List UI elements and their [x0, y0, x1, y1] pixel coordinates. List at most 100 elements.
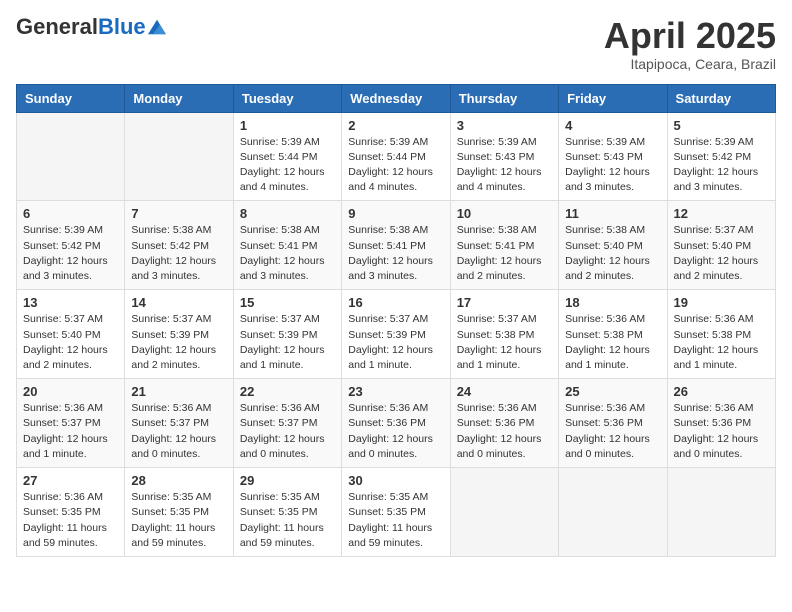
weekday-header-row: SundayMondayTuesdayWednesdayThursdayFrid…: [17, 84, 776, 112]
weekday-header-sunday: Sunday: [17, 84, 125, 112]
day-info: Sunrise: 5:38 AM Sunset: 5:41 PM Dayligh…: [457, 223, 552, 284]
logo-icon: [148, 18, 166, 36]
day-number: 25: [565, 384, 660, 399]
calendar-cell: 7 Sunrise: 5:38 AM Sunset: 5:42 PM Daylig…: [125, 201, 233, 290]
day-number: 29: [240, 473, 335, 488]
day-info: Sunrise: 5:36 AM Sunset: 5:36 PM Dayligh…: [565, 401, 660, 462]
month-title: April 2025: [604, 16, 776, 56]
weekday-header-tuesday: Tuesday: [233, 84, 341, 112]
day-info: Sunrise: 5:37 AM Sunset: 5:39 PM Dayligh…: [348, 312, 443, 373]
calendar-cell: 1 Sunrise: 5:39 AM Sunset: 5:44 PM Daylig…: [233, 112, 341, 201]
day-info: Sunrise: 5:35 AM Sunset: 5:35 PM Dayligh…: [240, 490, 335, 551]
day-number: 12: [674, 206, 769, 221]
weekday-header-wednesday: Wednesday: [342, 84, 450, 112]
calendar-cell: 11Sunrise: 5:38 AM Sunset: 5:40 PM Dayli…: [559, 201, 667, 290]
day-info: Sunrise: 5:39 AM Sunset: 5:44 PM Dayligh…: [240, 135, 335, 196]
calendar-cell: 21 Sunrise: 5:36 AM Sunset: 5:37 PM Dayli…: [125, 379, 233, 468]
day-info: Sunrise: 5:36 AM Sunset: 5:38 PM Dayligh…: [565, 312, 660, 373]
calendar-cell: 22 Sunrise: 5:36 AM Sunset: 5:37 PM Dayli…: [233, 379, 341, 468]
calendar-cell: 18 Sunrise: 5:36 AM Sunset: 5:38 PM Dayli…: [559, 290, 667, 379]
calendar-cell: 3 Sunrise: 5:39 AM Sunset: 5:43 PM Daylig…: [450, 112, 558, 201]
day-info: Sunrise: 5:39 AM Sunset: 5:44 PM Dayligh…: [348, 135, 443, 196]
calendar-cell: 28 Sunrise: 5:35 AM Sunset: 5:35 PM Dayli…: [125, 468, 233, 557]
day-info: Sunrise: 5:37 AM Sunset: 5:38 PM Dayligh…: [457, 312, 552, 373]
calendar-week-1: 1 Sunrise: 5:39 AM Sunset: 5:44 PM Daylig…: [17, 112, 776, 201]
day-number: 15: [240, 295, 335, 310]
calendar-cell: [450, 468, 558, 557]
day-number: 24: [457, 384, 552, 399]
calendar-cell: 4Sunrise: 5:39 AM Sunset: 5:43 PM Daylig…: [559, 112, 667, 201]
day-info: Sunrise: 5:39 AM Sunset: 5:43 PM Dayligh…: [457, 135, 552, 196]
calendar-cell: 5 Sunrise: 5:39 AM Sunset: 5:42 PM Daylig…: [667, 112, 775, 201]
calendar-cell: 20Sunrise: 5:36 AM Sunset: 5:37 PM Dayli…: [17, 379, 125, 468]
day-number: 3: [457, 118, 552, 133]
weekday-header-friday: Friday: [559, 84, 667, 112]
location-text: Itapipoca, Ceara, Brazil: [604, 56, 776, 72]
calendar-week-2: 6Sunrise: 5:39 AM Sunset: 5:42 PM Daylig…: [17, 201, 776, 290]
day-info: Sunrise: 5:38 AM Sunset: 5:42 PM Dayligh…: [131, 223, 226, 284]
calendar-cell: 24Sunrise: 5:36 AM Sunset: 5:36 PM Dayli…: [450, 379, 558, 468]
day-number: 23: [348, 384, 443, 399]
day-number: 19: [674, 295, 769, 310]
day-number: 5: [674, 118, 769, 133]
day-info: Sunrise: 5:36 AM Sunset: 5:38 PM Dayligh…: [674, 312, 769, 373]
day-info: Sunrise: 5:36 AM Sunset: 5:36 PM Dayligh…: [348, 401, 443, 462]
day-number: 7: [131, 206, 226, 221]
calendar-table: SundayMondayTuesdayWednesdayThursdayFrid…: [16, 84, 776, 557]
calendar-cell: 15 Sunrise: 5:37 AM Sunset: 5:39 PM Dayli…: [233, 290, 341, 379]
weekday-header-saturday: Saturday: [667, 84, 775, 112]
day-number: 11: [565, 206, 660, 221]
page-header: GeneralBlue April 2025 Itapipoca, Ceara,…: [16, 16, 776, 72]
day-number: 4: [565, 118, 660, 133]
day-number: 17: [457, 295, 552, 310]
calendar-cell: 9 Sunrise: 5:38 AM Sunset: 5:41 PM Daylig…: [342, 201, 450, 290]
day-info: Sunrise: 5:37 AM Sunset: 5:39 PM Dayligh…: [240, 312, 335, 373]
day-number: 21: [131, 384, 226, 399]
day-info: Sunrise: 5:37 AM Sunset: 5:40 PM Dayligh…: [23, 312, 118, 373]
calendar-cell: 27Sunrise: 5:36 AM Sunset: 5:35 PM Dayli…: [17, 468, 125, 557]
day-number: 2: [348, 118, 443, 133]
calendar-cell: 29 Sunrise: 5:35 AM Sunset: 5:35 PM Dayli…: [233, 468, 341, 557]
day-number: 14: [131, 295, 226, 310]
day-info: Sunrise: 5:36 AM Sunset: 5:37 PM Dayligh…: [23, 401, 118, 462]
day-info: Sunrise: 5:37 AM Sunset: 5:40 PM Dayligh…: [674, 223, 769, 284]
calendar-cell: 10 Sunrise: 5:38 AM Sunset: 5:41 PM Dayli…: [450, 201, 558, 290]
calendar-cell: 6Sunrise: 5:39 AM Sunset: 5:42 PM Daylig…: [17, 201, 125, 290]
day-info: Sunrise: 5:38 AM Sunset: 5:41 PM Dayligh…: [348, 223, 443, 284]
calendar-cell: 13Sunrise: 5:37 AM Sunset: 5:40 PM Dayli…: [17, 290, 125, 379]
day-number: 10: [457, 206, 552, 221]
day-info: Sunrise: 5:35 AM Sunset: 5:35 PM Dayligh…: [348, 490, 443, 551]
day-number: 16: [348, 295, 443, 310]
calendar-cell: 30 Sunrise: 5:35 AM Sunset: 5:35 PM Dayli…: [342, 468, 450, 557]
day-info: Sunrise: 5:38 AM Sunset: 5:41 PM Dayligh…: [240, 223, 335, 284]
calendar-cell: 12 Sunrise: 5:37 AM Sunset: 5:40 PM Dayli…: [667, 201, 775, 290]
day-number: 28: [131, 473, 226, 488]
calendar-cell: [559, 468, 667, 557]
day-number: 9: [348, 206, 443, 221]
day-number: 26: [674, 384, 769, 399]
calendar-week-5: 27Sunrise: 5:36 AM Sunset: 5:35 PM Dayli…: [17, 468, 776, 557]
day-number: 18: [565, 295, 660, 310]
day-info: Sunrise: 5:39 AM Sunset: 5:42 PM Dayligh…: [23, 223, 118, 284]
day-info: Sunrise: 5:35 AM Sunset: 5:35 PM Dayligh…: [131, 490, 226, 551]
day-info: Sunrise: 5:36 AM Sunset: 5:37 PM Dayligh…: [240, 401, 335, 462]
weekday-header-monday: Monday: [125, 84, 233, 112]
calendar-week-4: 20Sunrise: 5:36 AM Sunset: 5:37 PM Dayli…: [17, 379, 776, 468]
day-info: Sunrise: 5:39 AM Sunset: 5:42 PM Dayligh…: [674, 135, 769, 196]
logo-blue-text: Blue: [98, 14, 146, 39]
day-number: 1: [240, 118, 335, 133]
calendar-cell: 23 Sunrise: 5:36 AM Sunset: 5:36 PM Dayli…: [342, 379, 450, 468]
calendar-cell: 25 Sunrise: 5:36 AM Sunset: 5:36 PM Dayli…: [559, 379, 667, 468]
calendar-cell: [17, 112, 125, 201]
day-info: Sunrise: 5:36 AM Sunset: 5:37 PM Dayligh…: [131, 401, 226, 462]
day-number: 30: [348, 473, 443, 488]
calendar-cell: 17 Sunrise: 5:37 AM Sunset: 5:38 PM Dayli…: [450, 290, 558, 379]
day-number: 22: [240, 384, 335, 399]
calendar-cell: 19 Sunrise: 5:36 AM Sunset: 5:38 PM Dayli…: [667, 290, 775, 379]
calendar-week-3: 13Sunrise: 5:37 AM Sunset: 5:40 PM Dayli…: [17, 290, 776, 379]
logo-general-text: General: [16, 14, 98, 39]
calendar-cell: 26Sunrise: 5:36 AM Sunset: 5:36 PM Dayli…: [667, 379, 775, 468]
day-number: 27: [23, 473, 118, 488]
calendar-cell: 8Sunrise: 5:38 AM Sunset: 5:41 PM Daylig…: [233, 201, 341, 290]
title-block: April 2025 Itapipoca, Ceara, Brazil: [604, 16, 776, 72]
